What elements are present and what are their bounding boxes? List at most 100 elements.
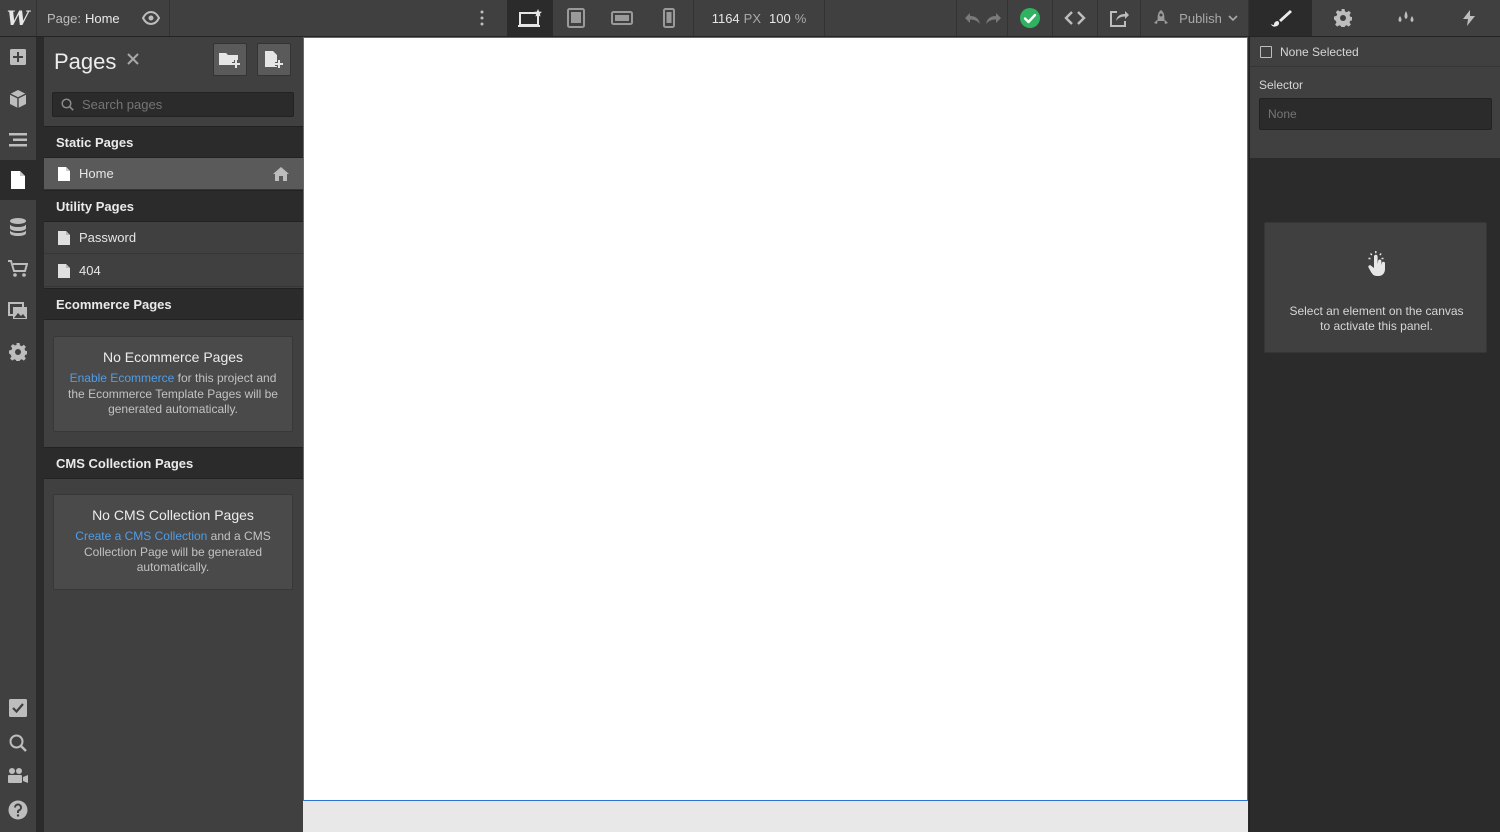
selector-label: Selector xyxy=(1259,78,1304,92)
static-pages-header-label: Static Pages xyxy=(56,134,134,150)
undo-button[interactable] xyxy=(962,0,984,36)
close-icon xyxy=(127,53,139,65)
mobile-landscape-icon xyxy=(611,11,633,25)
search-icon xyxy=(61,98,74,111)
symbols-button[interactable] xyxy=(0,79,36,119)
redo-icon xyxy=(986,13,1001,24)
symbols-box-icon xyxy=(9,90,27,108)
breakpoint-mobile-landscape-button[interactable] xyxy=(599,0,645,36)
desktop-base-icon xyxy=(518,9,542,27)
project-settings-button[interactable] xyxy=(0,332,36,372)
video-tutorials-icon xyxy=(8,768,28,783)
pages-button[interactable] xyxy=(0,160,36,200)
redo-button[interactable] xyxy=(982,0,1004,36)
more-vertical-icon xyxy=(480,10,484,26)
status-check-icon xyxy=(1020,8,1040,28)
webflow-logo[interactable]: W xyxy=(0,0,36,36)
checkbox[interactable] xyxy=(1260,46,1272,58)
breakpoint-desktop-button[interactable] xyxy=(507,0,553,36)
search-icon xyxy=(9,734,27,752)
export-icon xyxy=(1110,11,1129,27)
tablet-icon xyxy=(567,8,585,28)
ecommerce-empty-text: Enable Ecommerce for this project and th… xyxy=(66,371,280,418)
zoom-value: 100 xyxy=(769,10,791,26)
preview-eye-icon xyxy=(142,11,160,25)
share-button[interactable] xyxy=(1098,0,1140,36)
navigator-icon xyxy=(9,133,27,147)
breakpoint-mobile-portrait-button[interactable] xyxy=(645,0,693,36)
export-code-button[interactable] xyxy=(1053,0,1097,36)
pages-icon xyxy=(11,171,25,189)
ecommerce-empty-title: No Ecommerce Pages xyxy=(102,349,244,365)
undo-icon xyxy=(965,13,980,24)
utility-pages-header: Utility Pages xyxy=(44,190,303,222)
close-pages-panel-button[interactable] xyxy=(126,52,142,68)
search-pages-input[interactable] xyxy=(80,96,284,113)
cms-empty-card: No CMS Collection Pages Create a CMS Col… xyxy=(53,494,293,590)
selector-field[interactable] xyxy=(1259,98,1492,130)
audit-button[interactable] xyxy=(0,688,36,728)
tab-interactions[interactable] xyxy=(1437,0,1500,36)
static-pages-header: Static Pages xyxy=(44,126,303,158)
publish-button[interactable]: Publish xyxy=(1141,0,1248,36)
selector-section: None Selected Selector xyxy=(1250,37,1500,158)
pages-panel-title: Pages xyxy=(54,49,117,74)
top-toolbar: W Page: Home 1164 PX 100 % Publish xyxy=(0,0,1500,37)
help-button[interactable] xyxy=(0,790,36,830)
pointer-click-icon xyxy=(1368,251,1385,276)
create-folder-button[interactable] xyxy=(213,43,247,76)
page-switcher[interactable]: Page: Home xyxy=(37,0,133,36)
site-status-button[interactable] xyxy=(1008,0,1052,36)
hint-text-line-2: to activate this panel. xyxy=(1320,319,1433,333)
left-icon-rail xyxy=(0,37,37,832)
add-elements-button[interactable] xyxy=(0,37,36,77)
add-icon xyxy=(10,49,26,65)
tab-style[interactable] xyxy=(1249,0,1312,36)
enable-ecommerce-link[interactable]: Enable Ecommerce xyxy=(70,371,175,385)
empty-selection-hint-card: Select an element on the canvas to activ… xyxy=(1264,222,1487,353)
tab-settings[interactable] xyxy=(1312,0,1374,36)
ecommerce-pages-header: Ecommerce Pages xyxy=(44,288,303,320)
current-page-name: Home xyxy=(84,10,120,26)
code-icon xyxy=(1064,11,1086,25)
hint-text-line-1: Select an element on the canvas xyxy=(1289,304,1464,318)
page-file-icon xyxy=(58,166,70,181)
canvas-size-readout[interactable]: 1164 PX 100 % xyxy=(694,0,824,36)
create-page-button[interactable] xyxy=(257,43,291,76)
interactions-bolt-icon xyxy=(1462,10,1475,26)
ecommerce-button[interactable] xyxy=(0,249,36,289)
assets-button[interactable] xyxy=(0,291,36,331)
page-item-label: Password xyxy=(79,230,137,245)
navigator-button[interactable] xyxy=(0,120,36,160)
cms-empty-title: No CMS Collection Pages xyxy=(92,507,254,523)
design-canvas[interactable] xyxy=(303,37,1248,801)
create-cms-collection-link[interactable]: Create a CMS Collection xyxy=(75,529,207,543)
page-item-password[interactable]: Password xyxy=(44,222,303,254)
assets-image-icon xyxy=(8,302,27,319)
preview-button[interactable] xyxy=(133,0,169,36)
utility-pages-header-label: Utility Pages xyxy=(56,198,135,214)
page-item-home[interactable]: Home xyxy=(44,158,303,190)
none-selected-label: None Selected xyxy=(1280,45,1359,59)
ecommerce-cart-icon xyxy=(8,260,28,277)
add-page-icon xyxy=(265,50,283,68)
more-options-button[interactable] xyxy=(470,0,494,36)
pages-panel: Pages Static Pages Home Utility Pages Pa… xyxy=(43,37,304,832)
publish-icon xyxy=(1154,10,1169,24)
ecommerce-pages-header-label: Ecommerce Pages xyxy=(56,296,172,312)
canvas-width-value: 1164 xyxy=(711,10,740,26)
breakpoint-tablet-button[interactable] xyxy=(553,0,599,36)
style-panel: None Selected Selector Select an element… xyxy=(1249,37,1500,832)
search-pages-field[interactable] xyxy=(52,92,294,117)
page-item-label: 404 xyxy=(79,263,101,278)
page-item-404[interactable]: 404 xyxy=(44,255,303,287)
selector-input[interactable] xyxy=(1266,106,1480,122)
ecommerce-empty-card: No Ecommerce Pages Enable Ecommerce for … xyxy=(53,336,293,432)
style-brush-icon xyxy=(1270,10,1292,27)
zoom-unit: % xyxy=(794,10,807,26)
cms-collection-pages-header-label: CMS Collection Pages xyxy=(56,455,194,471)
cms-button[interactable] xyxy=(0,207,36,247)
tab-style-manager[interactable] xyxy=(1374,0,1437,36)
audit-check-icon xyxy=(9,699,27,717)
webflow-logo-text: W xyxy=(6,6,30,30)
